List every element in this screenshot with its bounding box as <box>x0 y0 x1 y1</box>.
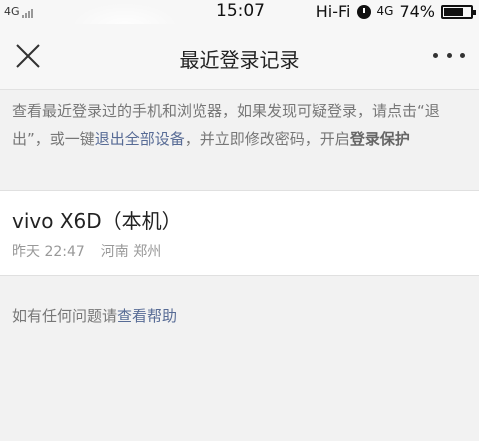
nav-bar: 最近登录记录 <box>0 24 479 90</box>
network-type-label: 4G <box>4 5 20 18</box>
signal-bars-icon <box>21 7 33 18</box>
signal-indicator: 4G <box>4 5 33 18</box>
page-title: 最近登录记录 <box>179 48 300 72</box>
battery-percent: 74% <box>399 2 435 21</box>
login-protection-link[interactable]: 登录保护 <box>350 130 410 148</box>
battery-icon <box>441 4 476 19</box>
device-location: 河南 郑州 <box>100 244 162 260</box>
more-options-icon[interactable] <box>433 53 465 61</box>
status-right-group: Hi-Fi 4G 74% <box>315 2 476 21</box>
notice-text: 查看最近登录过的手机和浏览器，如果发现可疑登录，请点击“退出”，或一键退出全部设… <box>12 97 472 153</box>
device-login-time: 昨天 22:47 <box>12 244 85 260</box>
alarm-icon <box>356 4 371 19</box>
help-text: 如有任何问题请查看帮助 <box>12 305 177 326</box>
help-prefix: 如有任何问题请 <box>12 307 118 325</box>
notice-text-part-2: ，并立即修改密码，开启 <box>184 130 350 148</box>
device-list-item[interactable]: vivo X6D（本机） 昨天 22:47 河南 郑州 <box>0 190 479 276</box>
device-name: vivo X6D（本机） <box>12 209 182 233</box>
logout-all-devices-link[interactable]: 退出全部设备 <box>95 130 185 148</box>
wifi-label: Hi-Fi <box>315 2 351 21</box>
view-help-link[interactable]: 查看帮助 <box>117 307 177 325</box>
device-meta: 昨天 22:47 河南 郑州 <box>12 241 161 261</box>
status-time: 15:07 <box>216 1 265 21</box>
network-4g-label: 4G <box>376 3 394 18</box>
